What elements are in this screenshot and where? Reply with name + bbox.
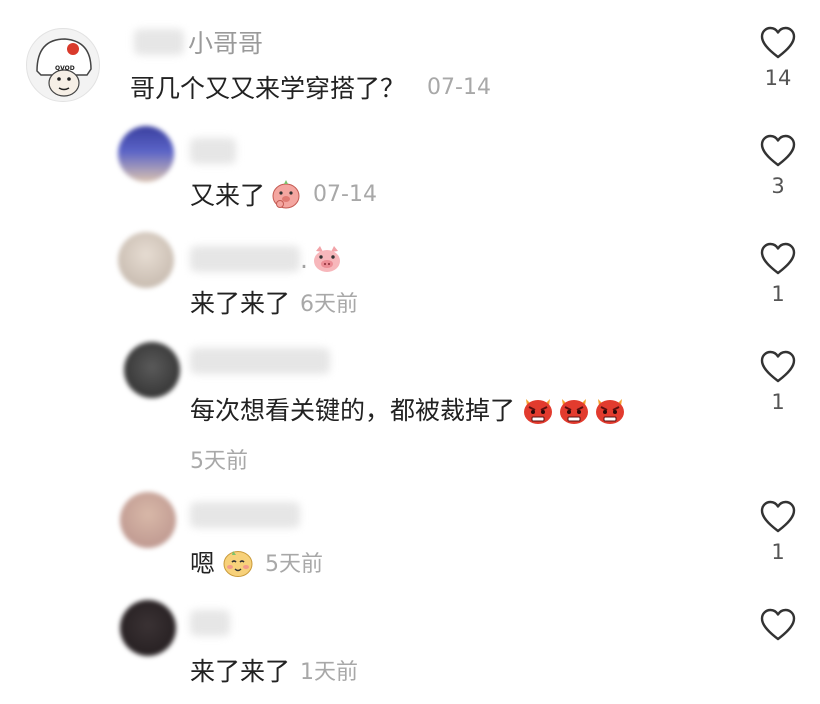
angry-devil-emoji-icon: [521, 392, 555, 426]
heart-outline-icon: [760, 350, 796, 383]
avatar[interactable]: [118, 232, 174, 288]
like-button[interactable]: 1: [756, 500, 800, 564]
username-mask: [190, 138, 236, 164]
heart-outline-icon: [760, 608, 796, 641]
comment-text: 嗯: [190, 549, 216, 578]
comment-body[interactable]: 又来了 07-14: [190, 176, 377, 212]
comment-username[interactable]: [190, 346, 330, 376]
comment-time: 5天前: [265, 552, 324, 577]
username-mask: [190, 348, 330, 374]
comment-body[interactable]: 嗯 5天前: [190, 544, 323, 580]
avatar[interactable]: [118, 126, 174, 182]
username-text: 小哥哥: [188, 29, 264, 58]
avatar[interactable]: QVOD: [26, 28, 100, 102]
comment-text: 哥几个又又来学穿搭了？: [130, 74, 406, 103]
comment-text: 来了来了: [190, 289, 291, 318]
like-count: 14: [764, 66, 792, 90]
like-count: 1: [771, 282, 785, 306]
heart-outline-icon: [760, 242, 796, 275]
angry-devil-emoji-icon: [593, 392, 627, 426]
comment-username[interactable]: .: [190, 242, 344, 276]
comment-text: 每次想看关键的，都被裁掉了: [190, 396, 516, 425]
username-mask: [190, 610, 230, 636]
like-button[interactable]: 1: [756, 242, 800, 306]
like-button[interactable]: 14: [756, 26, 800, 90]
comment-time: 5天前: [190, 449, 248, 474]
thinking-pig-emoji-icon: [269, 177, 303, 211]
comment-username[interactable]: [190, 608, 230, 638]
comment-username[interactable]: [190, 500, 300, 530]
comment-time: 07-14: [427, 74, 491, 100]
comment-time: 07-14: [313, 181, 377, 207]
like-button[interactable]: 1: [756, 350, 800, 414]
heart-outline-icon: [760, 134, 796, 167]
heart-outline-icon: [760, 26, 796, 59]
comment-body[interactable]: 来了来了 1天前: [190, 652, 358, 688]
avatar[interactable]: [120, 492, 176, 548]
pig-face-emoji-icon: [310, 242, 344, 276]
comment-time: 1天前: [300, 660, 359, 685]
comment-body[interactable]: 每次想看关键的，都被裁掉了: [190, 390, 627, 428]
like-count: 1: [771, 540, 785, 564]
like-count: 1: [771, 390, 785, 414]
username-mask: [190, 246, 300, 272]
username-text: .: [300, 244, 308, 274]
username-mask: [134, 29, 184, 55]
avatar[interactable]: [124, 342, 180, 398]
avatar[interactable]: [120, 600, 176, 656]
like-count: [756, 648, 800, 672]
comment-body[interactable]: 哥几个又又来学穿搭了？ 07-14: [130, 70, 491, 104]
comment-username[interactable]: [190, 136, 236, 166]
like-button[interactable]: 3: [756, 134, 800, 198]
heart-outline-icon: [760, 500, 796, 533]
comment-time: 6天前: [300, 292, 359, 317]
comment-body[interactable]: 来了来了 6天前: [190, 284, 358, 320]
comment-text: 又来了: [190, 181, 266, 210]
username-mask: [190, 502, 300, 528]
like-count: 3: [771, 174, 785, 198]
comment-username[interactable]: 小哥哥: [134, 26, 263, 58]
avatar-badge: QVOD: [55, 65, 75, 72]
angry-devil-emoji-icon: [557, 392, 591, 426]
shy-face-emoji-icon: [221, 545, 255, 579]
comment-text: 来了来了: [190, 657, 291, 686]
like-button[interactable]: [756, 608, 800, 672]
